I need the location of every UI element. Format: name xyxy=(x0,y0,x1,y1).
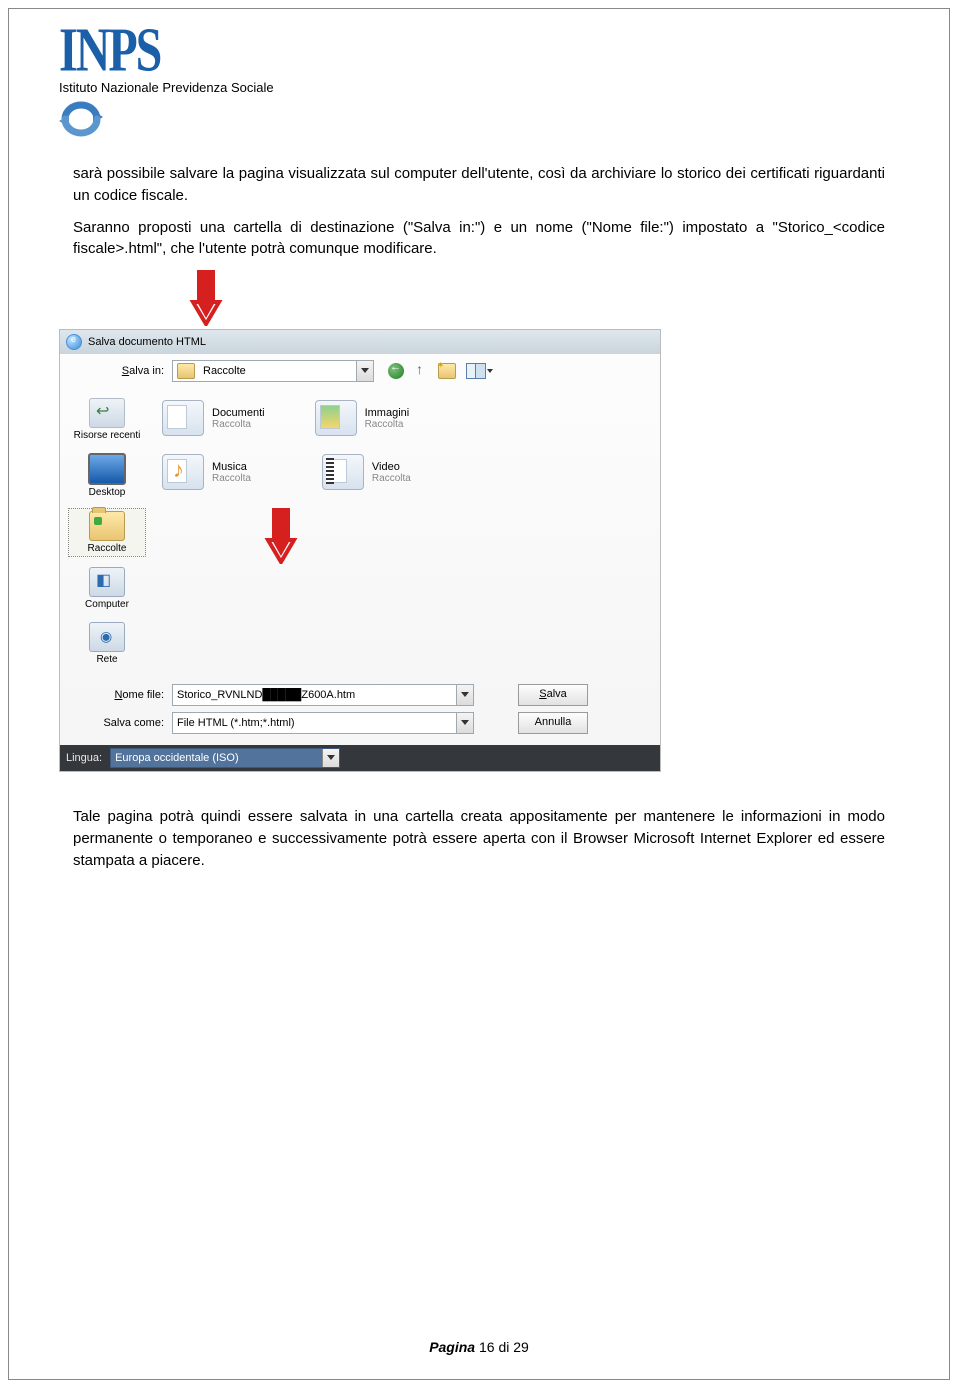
footer-page-number: 16 di 29 xyxy=(479,1339,529,1355)
network-icon xyxy=(89,622,125,652)
form-rows: Nome file: Storico_RVNLND█████Z600A.htm … xyxy=(60,675,660,745)
filetype-value: File HTML (*.htm;*.html) xyxy=(173,717,456,729)
callout-arrow-middle xyxy=(264,508,652,567)
music-sub: Raccolta xyxy=(212,473,251,484)
paragraph-3: Tale pagina potrà quindi essere salvata … xyxy=(73,806,885,871)
video-sub: Raccolta xyxy=(372,473,411,484)
sidebar-libraries-label: Raccolte xyxy=(88,543,127,554)
language-combo[interactable]: Europa occidentale (ISO) xyxy=(110,748,340,768)
desktop-icon xyxy=(88,453,126,485)
images-icon xyxy=(315,400,357,436)
images-sub: Raccolta xyxy=(365,419,410,430)
places-sidebar: Risorse recenti Desktop Raccolte Compute… xyxy=(60,388,154,675)
language-row: Lingua: Europa occidentale (ISO) xyxy=(60,745,660,771)
dropdown-icon[interactable] xyxy=(356,361,373,381)
recent-icon xyxy=(89,398,125,428)
dialog-titlebar: Salva documento HTML xyxy=(60,330,660,354)
documents-title: Documenti xyxy=(212,407,265,419)
documents-sub: Raccolta xyxy=(212,419,265,430)
video-title: Video xyxy=(372,461,411,473)
up-one-level-button[interactable] xyxy=(414,364,428,378)
sidebar-recent-label: Risorse recenti xyxy=(74,430,141,441)
language-label: Lingua: xyxy=(66,752,102,764)
save-button[interactable]: Salva xyxy=(518,684,588,706)
file-pane[interactable]: Documenti Raccolta Immagini Raccolta xyxy=(154,388,660,675)
filename-value: Storico_RVNLND█████Z600A.htm xyxy=(173,689,456,701)
sidebar-recent[interactable]: Risorse recenti xyxy=(69,396,145,443)
dropdown-icon[interactable] xyxy=(456,685,473,705)
view-menu-button[interactable] xyxy=(466,363,486,379)
sidebar-desktop-label: Desktop xyxy=(89,487,126,498)
sidebar-desktop[interactable]: Desktop xyxy=(69,451,145,500)
images-title: Immagini xyxy=(365,407,410,419)
sidebar-network[interactable]: Rete xyxy=(69,620,145,667)
document-page: INPS Istituto Nazionale Previdenza Socia… xyxy=(8,8,950,1380)
dropdown-icon[interactable] xyxy=(322,749,339,767)
dropdown-icon[interactable] xyxy=(456,713,473,733)
video-icon xyxy=(322,454,364,490)
dialog-main: Risorse recenti Desktop Raccolte Compute… xyxy=(60,388,660,675)
body-text-block-1: sarà possibile salvare la pagina visuali… xyxy=(9,163,949,260)
dialog-toolbar xyxy=(388,363,486,379)
file-item-music[interactable]: Musica Raccolta xyxy=(162,454,251,490)
cancel-button[interactable]: Annulla xyxy=(518,712,588,734)
inps-logo: INPS xyxy=(59,15,899,87)
sidebar-libraries[interactable]: Raccolte xyxy=(68,508,146,557)
sidebar-computer-label: Computer xyxy=(85,599,129,610)
save-dialog: Salva documento HTML Salva in: Raccolte … xyxy=(59,329,661,772)
file-item-documents[interactable]: Documenti Raccolta xyxy=(162,400,265,436)
body-text-block-2: Tale pagina potrà quindi essere salvata … xyxy=(9,806,949,871)
page-header: INPS Istituto Nazionale Previdenza Socia… xyxy=(9,9,949,163)
footer-label: Pagina xyxy=(429,1339,475,1355)
music-title: Musica xyxy=(212,461,251,473)
computer-icon xyxy=(89,567,125,597)
new-folder-button[interactable] xyxy=(438,363,456,379)
ie-icon xyxy=(66,334,82,350)
refresh-icon xyxy=(59,99,899,139)
folder-icon xyxy=(177,363,195,379)
file-item-images[interactable]: Immagini Raccolta xyxy=(315,400,410,436)
callout-arrow-top xyxy=(189,270,949,329)
filetype-combo[interactable]: File HTML (*.htm;*.html) xyxy=(172,712,474,734)
music-icon xyxy=(162,454,204,490)
save-in-row: Salva in: Raccolte xyxy=(60,354,660,388)
sidebar-network-label: Rete xyxy=(96,654,117,665)
language-value: Europa occidentale (ISO) xyxy=(115,752,239,764)
paragraph-1: sarà possibile salvare la pagina visuali… xyxy=(73,163,885,207)
save-in-value: Raccolte xyxy=(199,365,356,377)
filename-label: Nome file: xyxy=(68,689,172,701)
filetype-label: Salva come: xyxy=(68,717,172,729)
filename-input[interactable]: Storico_RVNLND█████Z600A.htm xyxy=(172,684,474,706)
dialog-title-text: Salva documento HTML xyxy=(88,336,206,348)
documents-icon xyxy=(162,400,204,436)
save-in-label: Salva in: xyxy=(68,365,172,377)
sidebar-computer[interactable]: Computer xyxy=(69,565,145,612)
file-item-video[interactable]: Video Raccolta xyxy=(322,454,411,490)
save-in-combo[interactable]: Raccolte xyxy=(172,360,374,382)
back-button[interactable] xyxy=(388,363,404,379)
libraries-icon xyxy=(89,511,125,541)
paragraph-2: Saranno proposti una cartella di destina… xyxy=(73,217,885,261)
page-footer: Pagina 16 di 29 xyxy=(9,1339,949,1355)
